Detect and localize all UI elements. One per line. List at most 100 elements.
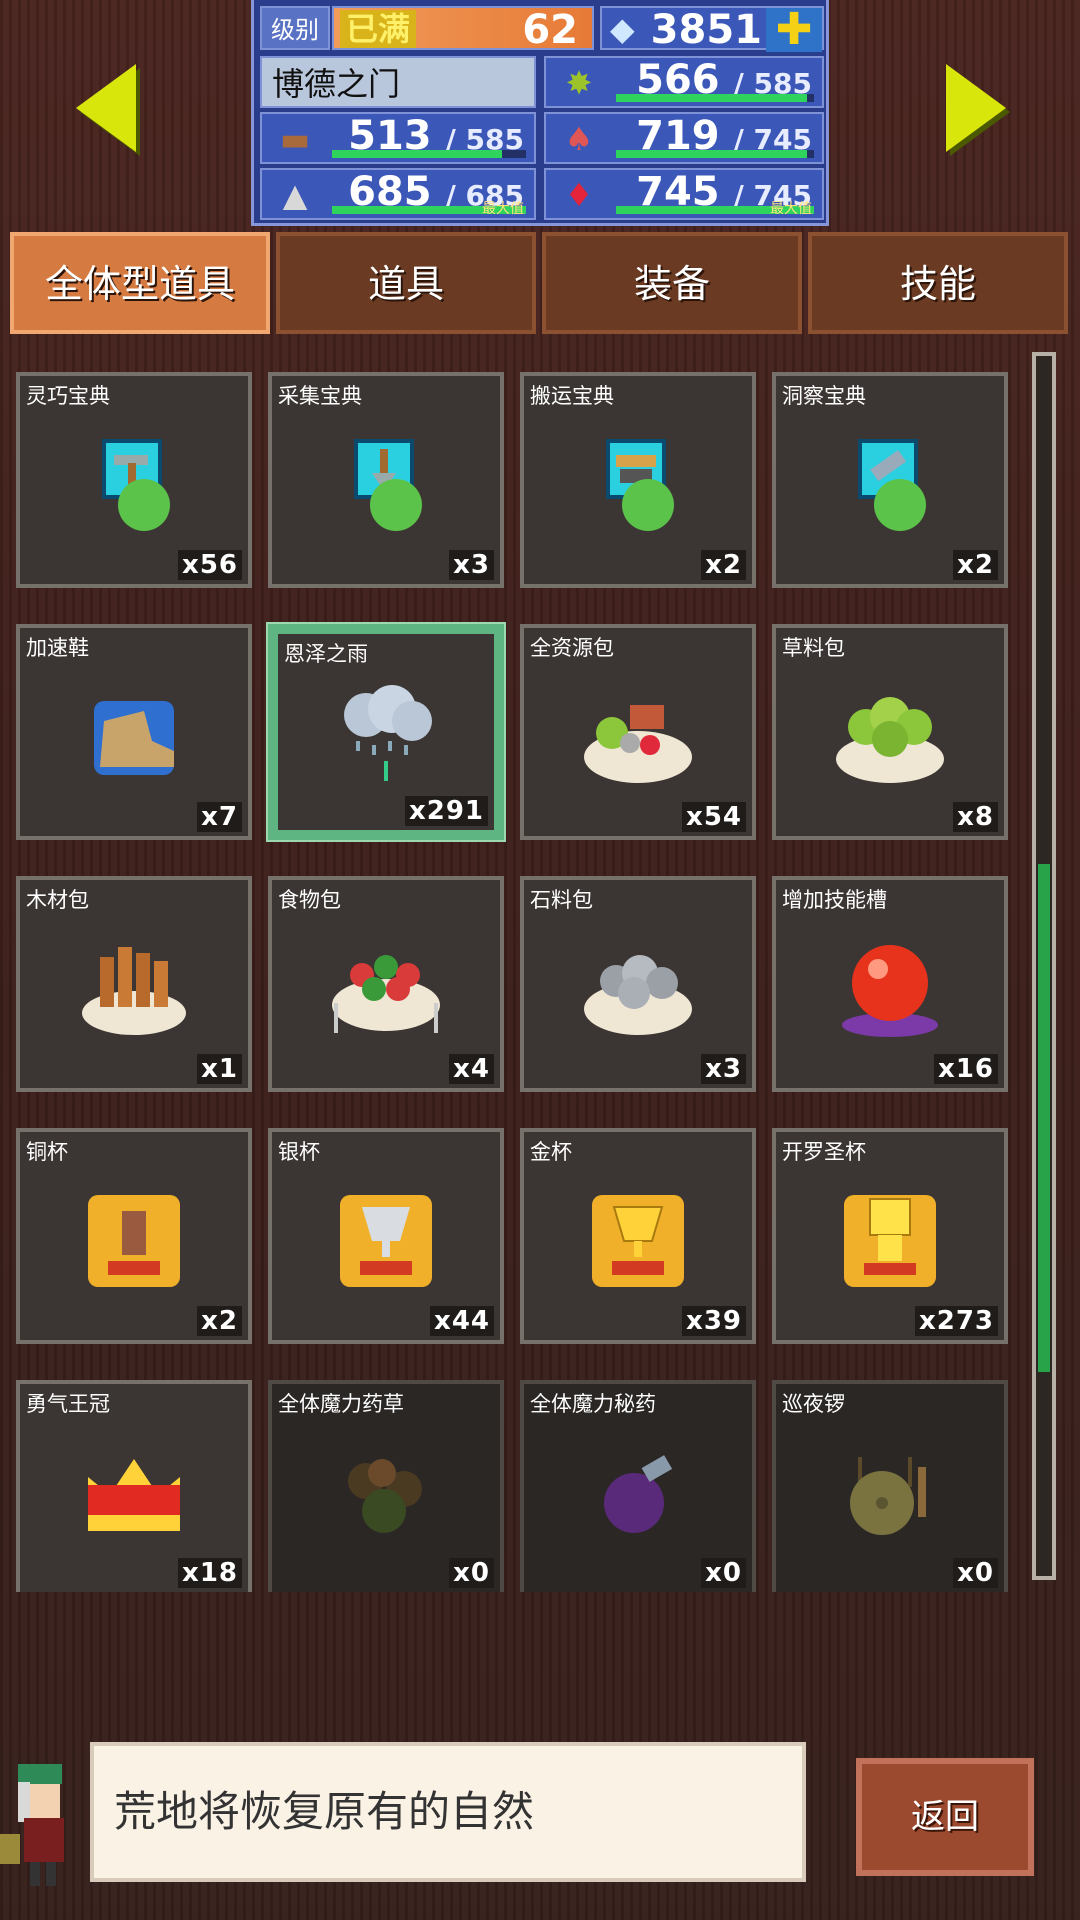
item-name: 增加技能槽 [782, 888, 887, 912]
item-count: x3 [701, 1054, 746, 1084]
item-slot[interactable]: 金杯 x39 [520, 1128, 756, 1344]
rain-cloud-icon [326, 681, 446, 791]
food-icon: ♠ [564, 120, 594, 158]
shovel-book-icon [326, 429, 446, 539]
potion-icon [578, 1437, 698, 1547]
tab-equipment[interactable]: 装备 [542, 232, 802, 334]
tab-items[interactable]: 道具 [276, 232, 536, 334]
wood-bowl-icon [74, 933, 194, 1043]
max-tag: 最大值 [770, 201, 812, 217]
item-slot[interactable]: 洞察宝典 x2 [772, 372, 1008, 588]
resource-bar [616, 150, 814, 158]
item-count: x8 [953, 802, 998, 832]
item-slot[interactable]: 食物包 x4 [268, 876, 504, 1092]
resource-bar [332, 150, 526, 158]
gem-counter: ◆ 3851 ✚ [600, 6, 824, 53]
resource-crystal: ♦ 745 / 745 最大值 [544, 168, 824, 220]
item-slot[interactable]: 灵巧宝典 x56 [16, 372, 252, 588]
item-name: 洞察宝典 [782, 384, 866, 408]
item-name: 金杯 [530, 1140, 572, 1164]
add-gems-button[interactable]: ✚ [766, 8, 822, 52]
resource-stone: ▲ 685 / 685 最大值 [260, 168, 536, 220]
item-slot[interactable]: 采集宝典 x3 [268, 372, 504, 588]
resource-grass: ✸ 566 / 585 [544, 56, 824, 108]
item-slot[interactable]: 开罗圣杯 x273 [772, 1128, 1008, 1344]
category-tabs: 全体型道具 道具 装备 技能 [10, 232, 1070, 336]
item-name: 食物包 [278, 888, 341, 912]
boot-icon [74, 681, 194, 791]
item-count: x7 [197, 802, 242, 832]
red-orb-icon [830, 933, 950, 1043]
level-label: 级别 [260, 6, 330, 50]
item-slot[interactable]: 全体魔力药草 x0 [268, 1380, 504, 1592]
herb-icon [326, 1437, 446, 1547]
grass-icon: ✸ [565, 64, 593, 102]
item-name: 开罗圣杯 [782, 1140, 866, 1164]
scroll-thumb[interactable] [1038, 864, 1050, 1372]
item-slot[interactable]: 勇气王冠 x18 [16, 1380, 252, 1592]
item-name: 灵巧宝典 [26, 384, 110, 408]
item-name: 草料包 [782, 636, 845, 660]
item-slot[interactable]: 巡夜锣 x0 [772, 1380, 1008, 1592]
item-slot[interactable]: 铜杯 x2 [16, 1128, 252, 1344]
place-name: 博德之门 [260, 56, 536, 108]
item-slot[interactable]: 银杯 x44 [268, 1128, 504, 1344]
hammer-book-icon [74, 429, 194, 539]
item-slot[interactable]: 搬运宝典 x2 [520, 372, 756, 588]
item-count: x273 [914, 1306, 998, 1336]
item-name: 全体魔力秘药 [530, 1392, 656, 1416]
crown-icon [74, 1437, 194, 1547]
item-grid: 灵巧宝典 x56 采集宝典 x3 搬运宝典 x2 洞察宝典 x2 加速鞋 x7 恩泽之雨 x291 全资… [16, 372, 1036, 1592]
item-slot[interactable]: 增加技能槽 x16 [772, 876, 1008, 1092]
telescope-book-icon [830, 429, 950, 539]
crystal-icon: ♦ [564, 176, 594, 214]
item-count: x1 [197, 1054, 242, 1084]
item-name: 巡夜锣 [782, 1392, 845, 1416]
item-name: 全资源包 [530, 636, 614, 660]
item-slot[interactable]: 木材包 x1 [16, 876, 252, 1092]
item-count: x0 [953, 1558, 998, 1588]
item-count: x39 [682, 1306, 746, 1336]
item-slot[interactable]: 石料包 x3 [520, 876, 756, 1092]
item-name: 全体魔力药草 [278, 1392, 404, 1416]
resource-bowl-icon [578, 681, 698, 791]
item-slot[interactable]: 恩泽之雨 x291 [268, 624, 504, 840]
item-name: 银杯 [278, 1140, 320, 1164]
diamond-icon: ◆ [610, 10, 635, 48]
gong-icon [830, 1437, 950, 1547]
silver-cup-icon [326, 1185, 446, 1295]
tab-skills[interactable]: 技能 [808, 232, 1068, 334]
message-box: 荒地将恢复原有的自然 [90, 1742, 806, 1882]
item-name: 采集宝典 [278, 384, 362, 408]
resource-food: ♠ 719 / 745 [544, 112, 824, 164]
item-count: x0 [449, 1558, 494, 1588]
level-value: 62 [522, 7, 578, 53]
tab-group-items[interactable]: 全体型道具 [10, 232, 270, 334]
item-slot[interactable]: 全资源包 x54 [520, 624, 756, 840]
item-name: 石料包 [530, 888, 593, 912]
back-button[interactable]: 返回 [856, 1758, 1034, 1876]
max-tag: 最大值 [482, 201, 524, 217]
item-count: x0 [701, 1558, 746, 1588]
resource-bar [616, 94, 814, 102]
item-name: 木材包 [26, 888, 89, 912]
previous-area-arrow[interactable] [76, 64, 136, 152]
item-name: 勇气王冠 [26, 1392, 110, 1416]
grass-bowl-icon [830, 681, 950, 791]
level-display: 已满 62 [332, 6, 594, 53]
next-area-arrow[interactable] [946, 64, 1006, 152]
food-bowl-icon [326, 933, 446, 1043]
item-count: x44 [430, 1306, 494, 1336]
item-slot[interactable]: 草料包 x8 [772, 624, 1008, 840]
bronze-cup-icon [74, 1185, 194, 1295]
gem-value: 3851 [650, 7, 762, 53]
cart-book-icon [578, 429, 698, 539]
item-count: x4 [449, 1054, 494, 1084]
item-name: 搬运宝典 [530, 384, 614, 408]
item-slot[interactable]: 全体魔力秘药 x0 [520, 1380, 756, 1592]
item-count: x54 [682, 802, 746, 832]
item-slot[interactable]: 加速鞋 x7 [16, 624, 252, 840]
item-count: x18 [178, 1558, 242, 1588]
scrollbar[interactable] [1032, 352, 1056, 1580]
stone-icon: ▲ [282, 176, 308, 214]
